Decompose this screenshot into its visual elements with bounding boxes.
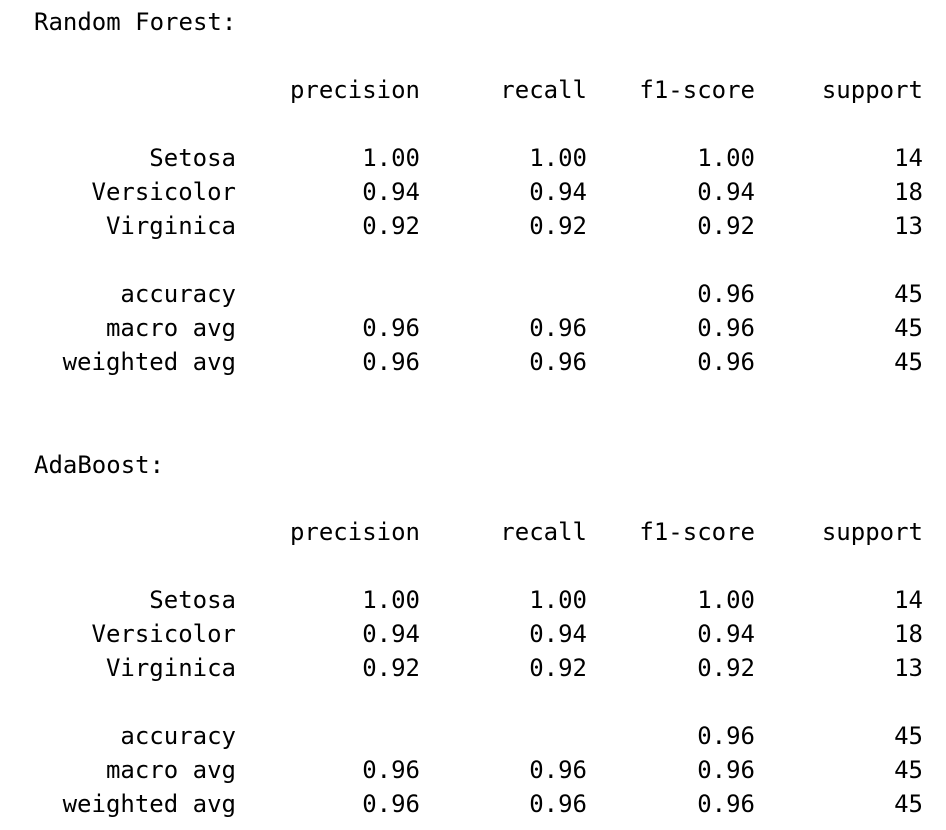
summary-row-macro-avg: macro avg 0.96 0.96 0.96 45: [0, 753, 946, 787]
report-title: AdaBoost:: [34, 451, 165, 479]
precision-value: 0.92: [362, 212, 420, 240]
recall-value: 0.92: [529, 212, 587, 240]
class-row-setosa: Setosa 1.00 1.00 1.00 14: [0, 583, 946, 617]
summary-row-weighted-avg: weighted avg 0.96 0.96 0.96 45: [0, 345, 946, 379]
row-label: Virginica: [105, 212, 236, 240]
precision-value: 0.96: [362, 790, 420, 818]
f1-score-value: 0.96: [697, 790, 755, 818]
row-label: Setosa: [149, 586, 236, 614]
recall-value: 1.00: [529, 586, 587, 614]
recall-value: 0.96: [529, 790, 587, 818]
header-recall: recall: [500, 518, 587, 546]
f1-score-value: 0.96: [697, 756, 755, 784]
support-value: 14: [894, 586, 923, 614]
header-precision: precision: [289, 76, 420, 104]
f1-score-value: 0.94: [697, 178, 755, 206]
precision-value: 0.96: [362, 348, 420, 376]
precision-value: 0.96: [362, 314, 420, 342]
f1-score-value: 0.96: [697, 348, 755, 376]
summary-row-accuracy: accuracy 0.96 45: [0, 277, 946, 311]
header-f1-score: f1-score: [639, 76, 755, 104]
row-label: Versicolor: [91, 620, 237, 648]
row-label: macro avg: [105, 314, 236, 342]
f1-score-value: 0.96: [697, 722, 755, 750]
support-value: 45: [894, 790, 923, 818]
row-label: weighted avg: [62, 790, 236, 818]
precision-value: 1.00: [362, 144, 420, 172]
row-label: Setosa: [149, 144, 236, 172]
recall-value: 0.96: [529, 756, 587, 784]
f1-score-value: 0.94: [697, 620, 755, 648]
f1-score-value: 1.00: [697, 586, 755, 614]
summary-row-macro-avg: macro avg 0.96 0.96 0.96 45: [0, 311, 946, 345]
row-label: macro avg: [105, 756, 236, 784]
row-label: accuracy: [120, 280, 236, 308]
report-title: Random Forest:: [34, 8, 237, 36]
row-label: accuracy: [120, 722, 236, 750]
summary-row-weighted-avg: weighted avg 0.96 0.96 0.96 45: [0, 787, 946, 821]
class-row-setosa: Setosa 1.00 1.00 1.00 14: [0, 141, 946, 175]
summary-row-accuracy: accuracy 0.96 45: [0, 719, 946, 753]
header-support: support: [821, 76, 923, 104]
row-label: Virginica: [105, 654, 236, 682]
support-value: 18: [894, 178, 923, 206]
support-value: 45: [894, 348, 923, 376]
support-value: 45: [894, 722, 923, 750]
f1-score-value: 0.96: [697, 314, 755, 342]
class-row-virginica: Virginica 0.92 0.92 0.92 13: [0, 209, 946, 243]
header-f1-score: f1-score: [639, 518, 755, 546]
header-precision: precision: [289, 518, 420, 546]
support-value: 45: [894, 314, 923, 342]
support-value: 45: [894, 280, 923, 308]
row-label: Versicolor: [91, 178, 237, 206]
support-value: 45: [894, 756, 923, 784]
class-row-versicolor: Versicolor 0.94 0.94 0.94 18: [0, 175, 946, 209]
support-value: 13: [894, 212, 923, 240]
f1-score-value: 0.96: [697, 280, 755, 308]
recall-value: 0.96: [529, 314, 587, 342]
header-recall: recall: [500, 76, 587, 104]
precision-value: 0.94: [362, 620, 420, 648]
precision-value: 0.94: [362, 178, 420, 206]
support-value: 14: [894, 144, 923, 172]
header-row: precision recall f1-score support: [0, 515, 946, 549]
recall-value: 1.00: [529, 144, 587, 172]
recall-value: 0.92: [529, 654, 587, 682]
class-row-virginica: Virginica 0.92 0.92 0.92 13: [0, 651, 946, 685]
precision-value: 1.00: [362, 586, 420, 614]
support-value: 18: [894, 620, 923, 648]
precision-value: 0.92: [362, 654, 420, 682]
support-value: 13: [894, 654, 923, 682]
header-support: support: [821, 518, 923, 546]
f1-score-value: 0.92: [697, 654, 755, 682]
recall-value: 0.94: [529, 620, 587, 648]
f1-score-value: 1.00: [697, 144, 755, 172]
row-label: weighted avg: [62, 348, 236, 376]
header-row: precision recall f1-score support: [0, 73, 946, 107]
precision-value: 0.96: [362, 756, 420, 784]
f1-score-value: 0.92: [697, 212, 755, 240]
class-row-versicolor: Versicolor 0.94 0.94 0.94 18: [0, 617, 946, 651]
recall-value: 0.94: [529, 178, 587, 206]
recall-value: 0.96: [529, 348, 587, 376]
